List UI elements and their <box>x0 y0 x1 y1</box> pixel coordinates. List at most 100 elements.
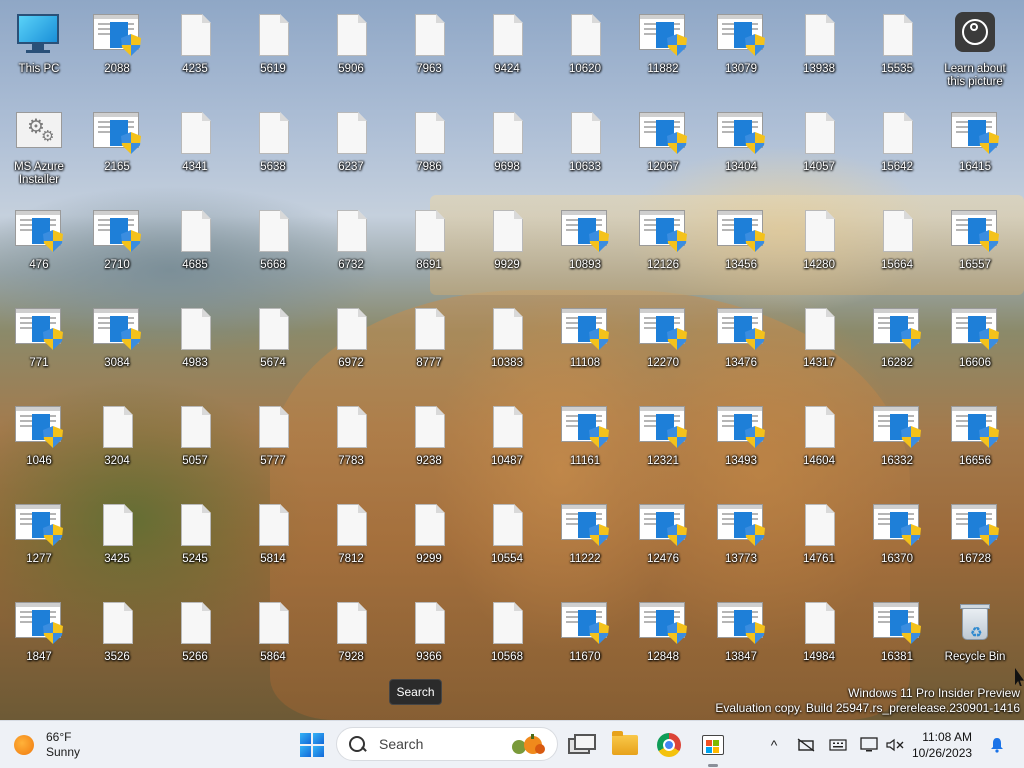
desktop-icon-1046[interactable]: 1046 <box>2 400 76 494</box>
desktop-icon-13773[interactable]: 13773 <box>704 498 778 592</box>
desktop-icon-recycle-bin[interactable]: ♻ Recycle Bin <box>938 596 1012 690</box>
start-button[interactable] <box>292 725 332 765</box>
desktop-icon-10487[interactable]: 10487 <box>470 400 544 494</box>
desktop-icon-13476[interactable]: 13476 <box>704 302 778 396</box>
desktop-icon-12270[interactable]: 12270 <box>626 302 700 396</box>
desktop-icon-9299[interactable]: 9299 <box>392 498 466 592</box>
desktop-icon-2710[interactable]: 2710 <box>80 204 154 298</box>
desktop-icon-15535[interactable]: 15535 <box>860 8 934 102</box>
desktop-icon-5864[interactable]: 5864 <box>236 596 310 690</box>
notification-button[interactable] <box>986 733 1008 757</box>
desktop-icon-15664[interactable]: 15664 <box>860 204 934 298</box>
desktop-icon-14317[interactable]: 14317 <box>782 302 856 396</box>
desktop-icon-6237[interactable]: 6237 <box>314 106 388 200</box>
microsoft-store-button[interactable] <box>693 725 733 765</box>
desktop-icon-16282[interactable]: 16282 <box>860 302 934 396</box>
desktop-icon-16370[interactable]: 16370 <box>860 498 934 592</box>
desktop-icon-2088[interactable]: 2088 <box>80 8 154 102</box>
desktop-icon-12476[interactable]: 12476 <box>626 498 700 592</box>
desktop-icon-5245[interactable]: 5245 <box>158 498 232 592</box>
weather-widget[interactable]: 66°F Sunny <box>14 729 80 761</box>
network-icon[interactable] <box>795 733 817 757</box>
desktop-icon-7783[interactable]: 7783 <box>314 400 388 494</box>
desktop-icon-3526[interactable]: 3526 <box>80 596 154 690</box>
desktop-icon-ms-azure-installer[interactable]: ⚙ ⚙ MS Azure Installer <box>2 106 76 200</box>
desktop-icon-this-pc[interactable]: This PC <box>2 8 76 102</box>
desktop-icon-7812[interactable]: 7812 <box>314 498 388 592</box>
desktop-icon-5057[interactable]: 5057 <box>158 400 232 494</box>
desktop-icon-13847[interactable]: 13847 <box>704 596 778 690</box>
desktop-icon-11108[interactable]: 11108 <box>548 302 622 396</box>
desktop-icon-9424[interactable]: 9424 <box>470 8 544 102</box>
desktop-icon-5906[interactable]: 5906 <box>314 8 388 102</box>
desktop-icon-5619[interactable]: 5619 <box>236 8 310 102</box>
display-icon[interactable] <box>858 733 880 757</box>
desktop-icon-10554[interactable]: 10554 <box>470 498 544 592</box>
desktop-icon-14280[interactable]: 14280 <box>782 204 856 298</box>
desktop-icon-5638[interactable]: 5638 <box>236 106 310 200</box>
desktop-icon-16332[interactable]: 16332 <box>860 400 934 494</box>
desktop-icon-6972[interactable]: 6972 <box>314 302 388 396</box>
taskbar-search-box[interactable]: Search <box>336 727 558 761</box>
desktop-icon-16728[interactable]: 16728 <box>938 498 1012 592</box>
desktop-icon-8691[interactable]: 8691 <box>392 204 466 298</box>
desktop-icon-14761[interactable]: 14761 <box>782 498 856 592</box>
desktop-icon-5674[interactable]: 5674 <box>236 302 310 396</box>
desktop-icon-12126[interactable]: 12126 <box>626 204 700 298</box>
desktop-icon-14057[interactable]: 14057 <box>782 106 856 200</box>
keyboard-icon[interactable] <box>827 733 849 757</box>
desktop-icon-12321[interactable]: 12321 <box>626 400 700 494</box>
desktop-icon-476[interactable]: 476 <box>2 204 76 298</box>
desktop-icon-7963[interactable]: 7963 <box>392 8 466 102</box>
task-view-button[interactable] <box>561 725 601 765</box>
desktop-icon-11161[interactable]: 11161 <box>548 400 622 494</box>
desktop-icon-15642[interactable]: 15642 <box>860 106 934 200</box>
desktop-icon-11882[interactable]: 11882 <box>626 8 700 102</box>
desktop-icon-11670[interactable]: 11670 <box>548 596 622 690</box>
desktop-icon-10568[interactable]: 10568 <box>470 596 544 690</box>
desktop-icon-1847[interactable]: 1847 <box>2 596 76 690</box>
desktop-icon-5266[interactable]: 5266 <box>158 596 232 690</box>
desktop-icon-11222[interactable]: 11222 <box>548 498 622 592</box>
desktop-icon-16415[interactable]: 16415 <box>938 106 1012 200</box>
desktop-icon-9929[interactable]: 9929 <box>470 204 544 298</box>
desktop-icon-4341[interactable]: 4341 <box>158 106 232 200</box>
desktop-icon-10620[interactable]: 10620 <box>548 8 622 102</box>
volume-muted-icon[interactable] <box>884 733 906 757</box>
desktop-icon-4685[interactable]: 4685 <box>158 204 232 298</box>
desktop-icon-10633[interactable]: 10633 <box>548 106 622 200</box>
desktop-icon-10383[interactable]: 10383 <box>470 302 544 396</box>
desktop-icon-14984[interactable]: 14984 <box>782 596 856 690</box>
desktop-icon-9366[interactable]: 9366 <box>392 596 466 690</box>
desktop-icon-7986[interactable]: 7986 <box>392 106 466 200</box>
desktop-icon-12067[interactable]: 12067 <box>626 106 700 200</box>
desktop-icon-4235[interactable]: 4235 <box>158 8 232 102</box>
desktop-icon-9698[interactable]: 9698 <box>470 106 544 200</box>
show-hidden-icons-button[interactable]: ^ <box>764 733 784 757</box>
desktop-icon-14604[interactable]: 14604 <box>782 400 856 494</box>
desktop-icon-4983[interactable]: 4983 <box>158 302 232 396</box>
desktop-icon-5668[interactable]: 5668 <box>236 204 310 298</box>
desktop-icon-771[interactable]: 771 <box>2 302 76 396</box>
desktop-icon-3204[interactable]: 3204 <box>80 400 154 494</box>
desktop-icon-13404[interactable]: 13404 <box>704 106 778 200</box>
file-explorer-button[interactable] <box>605 725 645 765</box>
desktop-icon-16381[interactable]: 16381 <box>860 596 934 690</box>
desktop-icon-learn-about-this-picture[interactable]: Learn about this picture <box>938 8 1012 102</box>
desktop-icon-2165[interactable]: 2165 <box>80 106 154 200</box>
desktop-icon-7928[interactable]: 7928 <box>314 596 388 690</box>
desktop-icon-13938[interactable]: 13938 <box>782 8 856 102</box>
desktop-icon-3084[interactable]: 3084 <box>80 302 154 396</box>
desktop-icon-5777[interactable]: 5777 <box>236 400 310 494</box>
desktop-icon-5814[interactable]: 5814 <box>236 498 310 592</box>
desktop-icon-6732[interactable]: 6732 <box>314 204 388 298</box>
desktop-icon-13456[interactable]: 13456 <box>704 204 778 298</box>
desktop[interactable]: This PC 2088 4235 5619 5906 7963 9424 10620 1188… <box>0 0 1024 720</box>
desktop-icon-10893[interactable]: 10893 <box>548 204 622 298</box>
chrome-button[interactable] <box>649 725 689 765</box>
system-clock[interactable]: 11:08 AM 10/26/2023 <box>912 729 972 761</box>
desktop-icon-16557[interactable]: 16557 <box>938 204 1012 298</box>
desktop-icon-8777[interactable]: 8777 <box>392 302 466 396</box>
desktop-icon-1277[interactable]: 1277 <box>2 498 76 592</box>
desktop-icon-3425[interactable]: 3425 <box>80 498 154 592</box>
